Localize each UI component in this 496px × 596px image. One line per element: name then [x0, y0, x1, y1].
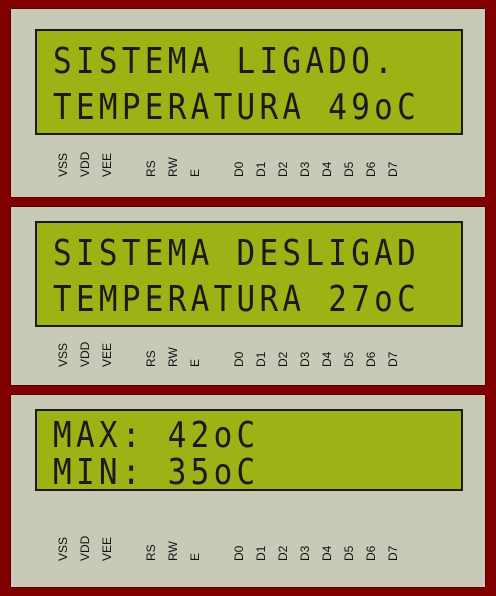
- pin-label-d2: D2: [276, 153, 291, 189]
- pin-label-vss: VSS: [56, 342, 71, 379]
- pin-label-text: D2: [276, 161, 290, 177]
- pin-label-d3: D3: [298, 153, 313, 189]
- pin-label-d3: D3: [298, 343, 313, 379]
- pin-label-text: VDD: [78, 341, 92, 367]
- pin-label-text: D4: [320, 545, 334, 561]
- pin-label-text: D5: [342, 161, 356, 177]
- pin-label-rs: RS: [144, 153, 159, 189]
- pin-label-rw: RW: [166, 153, 181, 189]
- lcd-line-2: TEMPERATURA 49oC: [53, 87, 421, 128]
- pin-label-vss: VSS: [56, 152, 71, 189]
- pin-label-d7: D7: [386, 153, 401, 189]
- pin-label-e: E: [188, 537, 203, 573]
- pin-label-d3: D3: [298, 537, 313, 573]
- pin-labels: VSS VDD VEE RS RW E D0 D1 D2 D3 D4 D5 D6 D7: [56, 535, 437, 573]
- pin-label-e: E: [188, 153, 203, 189]
- pin-label-vee: VEE: [100, 152, 115, 189]
- pin-label-d5: D5: [342, 537, 357, 573]
- pin-label-rs: RS: [144, 537, 159, 573]
- pin-label-vee: VEE: [100, 342, 115, 379]
- pin-label-text: VEE: [100, 152, 114, 177]
- lcd-screen-3: MAX: 42oC MIN: 35oC: [35, 409, 463, 491]
- pin-label-text: E: [188, 552, 202, 561]
- lcd-line-2: MIN: 35oC: [53, 452, 260, 493]
- pin-label-vdd: VDD: [78, 535, 93, 573]
- pin-label-d6: D6: [364, 343, 379, 379]
- pin-label-text: VSS: [56, 536, 70, 561]
- pin-label-text: D1: [254, 351, 268, 367]
- pin-label-vee: VEE: [100, 536, 115, 573]
- pin-label-text: RS: [144, 350, 158, 367]
- pin-label-d6: D6: [364, 537, 379, 573]
- pin-label-text: VSS: [56, 152, 70, 177]
- lcd-line-2: TEMPERATURA 27oC: [53, 279, 421, 320]
- pin-label-text: D0: [232, 545, 246, 561]
- pin-label-d7: D7: [386, 537, 401, 573]
- pin-label-d1: D1: [254, 343, 269, 379]
- pin-label-text: RS: [144, 160, 158, 177]
- pin-label-text: RW: [166, 157, 180, 177]
- pin-label-text: D2: [276, 351, 290, 367]
- pin-labels: VSS VDD VEE RS RW E D0 D1 D2 D3 D4 D5 D6 D7: [56, 341, 437, 379]
- pin-label-text: D5: [342, 351, 356, 367]
- pin-label-text: VDD: [78, 535, 92, 561]
- lcd-module-1: SISTEMA LIGADO. TEMPERATURA 49oC VSS VDD V…: [10, 8, 486, 198]
- lcd-line-1: SISTEMA LIGADO.: [53, 41, 398, 82]
- pin-label-text: D6: [364, 161, 378, 177]
- pin-label-text: D4: [320, 161, 334, 177]
- pin-label-d4: D4: [320, 537, 335, 573]
- pin-label-text: E: [188, 168, 202, 177]
- lcd-line-1: SISTEMA DESLIGAD: [53, 233, 421, 274]
- pin-label-text: D3: [298, 161, 312, 177]
- pin-label-text: D1: [254, 161, 268, 177]
- pin-label-rw: RW: [166, 343, 181, 379]
- pin-label-text: D6: [364, 351, 378, 367]
- lcd-module-3: MAX: 42oC MIN: 35oC VSS VDD VEE RS RW E D0 D1 D2…: [10, 394, 486, 588]
- pin-label-text: VDD: [78, 151, 92, 177]
- pin-label-text: D5: [342, 545, 356, 561]
- pin-label-text: VSS: [56, 342, 70, 367]
- pin-label-text: RS: [144, 544, 158, 561]
- pin-label-text: E: [188, 358, 202, 367]
- pin-label-d4: D4: [320, 153, 335, 189]
- pin-label-text: RW: [166, 541, 180, 561]
- pin-label-d7: D7: [386, 343, 401, 379]
- pin-label-text: VEE: [100, 536, 114, 561]
- pin-label-d5: D5: [342, 343, 357, 379]
- pin-label-d6: D6: [364, 153, 379, 189]
- pin-label-text: D0: [232, 351, 246, 367]
- pin-label-text: D6: [364, 545, 378, 561]
- pin-label-d1: D1: [254, 153, 269, 189]
- lcd-line-1: MAX: 42oC: [53, 415, 260, 456]
- pin-label-text: D7: [386, 351, 400, 367]
- pin-label-vss: VSS: [56, 536, 71, 573]
- pin-labels: VSS VDD VEE RS RW E D0 D1 D2 D3 D4 D5 D6 D7: [56, 151, 437, 189]
- lcd-screen-1: SISTEMA LIGADO. TEMPERATURA 49oC: [35, 29, 463, 135]
- lcd-screen-2: SISTEMA DESLIGAD TEMPERATURA 27oC: [35, 221, 463, 327]
- pin-label-text: D7: [386, 545, 400, 561]
- pin-label-text: D4: [320, 351, 334, 367]
- pin-label-text: D7: [386, 161, 400, 177]
- pin-label-rs: RS: [144, 343, 159, 379]
- pin-label-vdd: VDD: [78, 341, 93, 379]
- pin-label-d4: D4: [320, 343, 335, 379]
- pin-label-d5: D5: [342, 153, 357, 189]
- pin-label-text: D0: [232, 161, 246, 177]
- pin-label-text: D3: [298, 351, 312, 367]
- pin-label-d1: D1: [254, 537, 269, 573]
- lcd-module-2: SISTEMA DESLIGAD TEMPERATURA 27oC VSS VDD…: [10, 206, 486, 386]
- pin-label-d2: D2: [276, 343, 291, 379]
- pin-label-e: E: [188, 343, 203, 379]
- pin-label-d0: D0: [232, 343, 247, 379]
- pin-label-text: D2: [276, 545, 290, 561]
- pin-label-d0: D0: [232, 153, 247, 189]
- pin-label-d2: D2: [276, 537, 291, 573]
- pin-label-rw: RW: [166, 537, 181, 573]
- pin-label-text: D1: [254, 545, 268, 561]
- pin-label-d0: D0: [232, 537, 247, 573]
- pin-label-vdd: VDD: [78, 151, 93, 189]
- pin-label-text: RW: [166, 347, 180, 367]
- pin-label-text: D3: [298, 545, 312, 561]
- pin-label-text: VEE: [100, 342, 114, 367]
